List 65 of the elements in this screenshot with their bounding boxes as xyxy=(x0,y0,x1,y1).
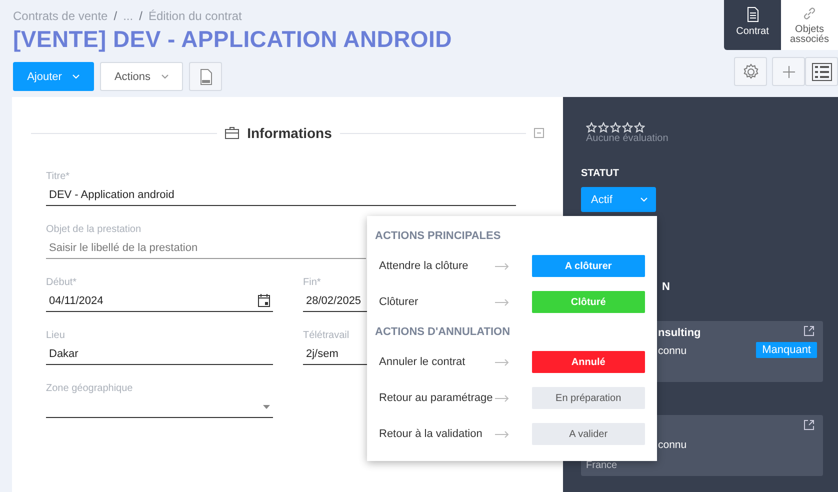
section-heading: N xyxy=(662,281,670,293)
list-view-button[interactable] xyxy=(805,57,838,86)
star-icon[interactable] xyxy=(634,122,645,133)
field-label: Début* xyxy=(46,277,77,290)
document-icon xyxy=(746,7,758,22)
breadcrumb-separator: / xyxy=(139,9,142,23)
document-button[interactable] xyxy=(189,62,222,91)
caret-icon xyxy=(640,197,648,202)
card-text: France xyxy=(586,460,618,471)
card-text: connu xyxy=(658,344,687,359)
external-link-icon[interactable] xyxy=(804,420,814,430)
list-icon xyxy=(812,62,832,80)
dropdown-caret-icon xyxy=(263,404,270,408)
star-icon[interactable] xyxy=(622,122,633,133)
view-tab[interactable]: Contrat xyxy=(724,0,781,50)
menu-item-label[interactable]: Attendre la clôture xyxy=(375,260,496,272)
caret-icon xyxy=(72,74,80,79)
link-icon xyxy=(803,7,816,20)
star-icon[interactable] xyxy=(586,122,597,133)
arrow-icon xyxy=(495,395,510,402)
arrow-icon xyxy=(495,359,510,366)
status-heading: STATUT xyxy=(581,168,620,179)
input-field[interactable]: Saisir le libellé de la prestation xyxy=(46,237,366,259)
calendar-icon xyxy=(258,294,270,307)
date-field[interactable]: 04/11/2024 xyxy=(46,290,273,312)
menu-item-label[interactable]: Retour au paramétrage xyxy=(375,392,496,404)
external-link-icon[interactable] xyxy=(804,326,814,336)
arrow-icon xyxy=(495,299,510,306)
menu-item-label[interactable]: Retour à la validation xyxy=(375,428,496,440)
menu-item-label[interactable]: Clôturer xyxy=(375,296,496,308)
plus-icon xyxy=(782,66,794,78)
input-field[interactable]: DEV - Application android xyxy=(46,184,516,206)
card-text: connu xyxy=(658,438,687,453)
field-label: Objet de la prestation xyxy=(46,224,142,237)
menu-item-label[interactable]: Annuler le contrat xyxy=(375,356,496,368)
status-badge: Manquant xyxy=(756,342,817,358)
field-label: Titre* xyxy=(46,171,70,184)
field-label: Lieu xyxy=(46,330,65,343)
rating-caption: Aucune évaluation xyxy=(586,133,670,144)
menu-section-title: ACTIONS D'ANNULATION xyxy=(375,326,512,338)
arrow-icon xyxy=(495,431,510,438)
star-icon[interactable] xyxy=(598,122,609,133)
view-tab[interactable]: Objets associés xyxy=(781,0,838,50)
input-field[interactable]: Dakar xyxy=(46,343,273,365)
settings-icon xyxy=(742,62,760,80)
status-button[interactable]: A valider xyxy=(532,423,645,445)
field-label: Zone géographique xyxy=(46,383,133,396)
briefcase-icon xyxy=(225,127,240,139)
status-button[interactable]: En préparation xyxy=(532,387,645,409)
actions-button[interactable]: Actions xyxy=(100,62,183,91)
breadcrumb-separator: / xyxy=(114,9,118,23)
star-icon[interactable] xyxy=(610,122,621,133)
status-button[interactable]: Annulé xyxy=(532,351,645,373)
field-label: Télétravail xyxy=(303,330,350,343)
section-title: Informations xyxy=(247,125,332,141)
arrow-icon xyxy=(495,263,510,270)
card-title: nsulting xyxy=(658,326,701,341)
add-icon-button[interactable] xyxy=(772,57,805,86)
menu-section-title: ACTIONS PRINCIPALES xyxy=(375,230,502,242)
caret-icon xyxy=(160,74,169,79)
page-title: [VENTE] DEV - APPLICATION ANDROID xyxy=(13,26,452,53)
document-icon xyxy=(200,68,212,84)
settings-button[interactable] xyxy=(734,57,767,86)
star-rating[interactable] xyxy=(586,122,645,133)
field-label: Fin* xyxy=(303,277,321,290)
